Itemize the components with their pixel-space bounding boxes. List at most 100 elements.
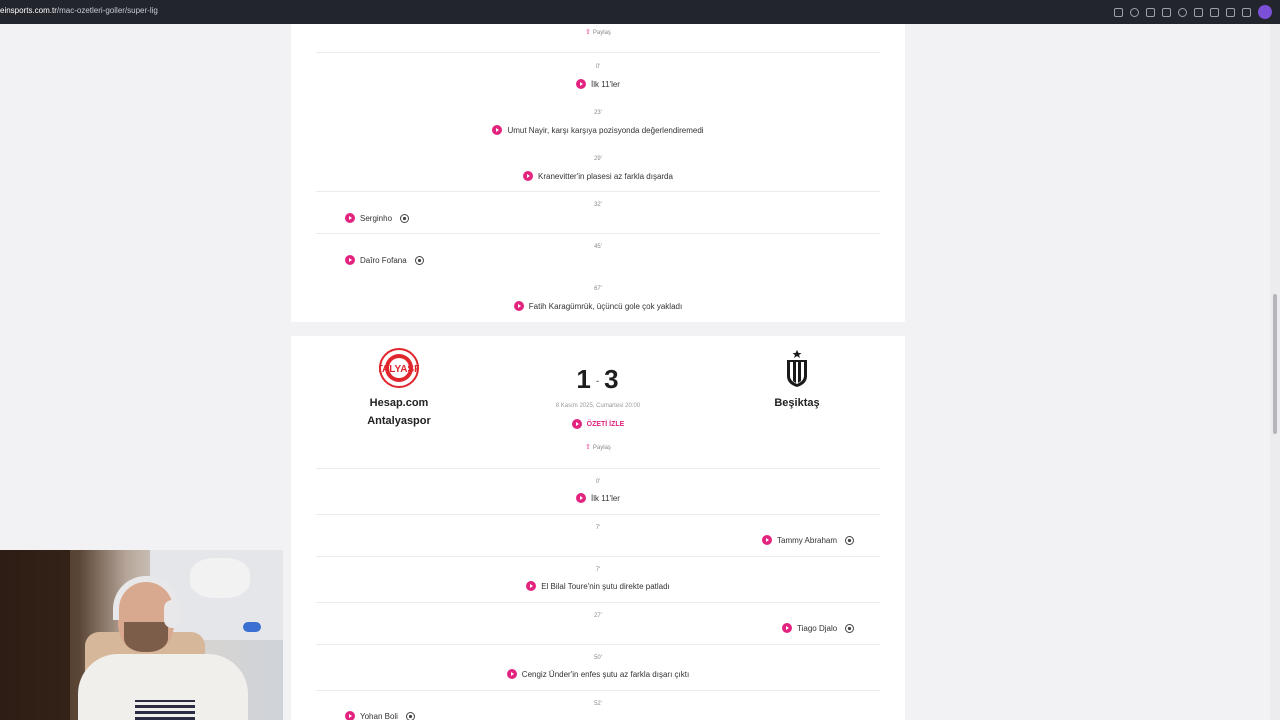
event-minute: 7'	[595, 567, 601, 573]
besiktas-logo[interactable]	[785, 350, 809, 388]
football-icon	[400, 213, 410, 223]
event-row[interactable]: Fatih Karagümrük, üçüncü gole çok yaklad…	[291, 301, 905, 311]
webcam-shadow	[0, 550, 70, 720]
divider	[316, 468, 880, 469]
play-icon	[782, 623, 792, 633]
heart-icon[interactable]	[1178, 7, 1187, 17]
play-icon	[576, 79, 587, 89]
player-name: Daîro Fofana	[360, 255, 407, 265]
event-row-lineups[interactable]: İlk 11'ler	[291, 493, 905, 503]
event-minute: 0'	[595, 479, 601, 485]
play-icon	[513, 301, 524, 311]
play-icon	[571, 419, 582, 429]
play-icon	[526, 581, 537, 591]
webcam-object	[243, 622, 261, 632]
divider	[316, 233, 880, 234]
goal-event-row[interactable]: Yohan Boli	[345, 711, 415, 720]
player-name: Serginho	[360, 213, 393, 223]
download-icon[interactable]	[1194, 7, 1203, 17]
extensions-icon[interactable]	[1226, 7, 1235, 17]
divider	[316, 644, 880, 645]
divider	[316, 191, 880, 192]
match-card: ANTALYASPOR Hesap.com Antalyaspor 1-3 8 …	[291, 336, 905, 720]
play-icon	[762, 535, 772, 545]
score-separator: -	[595, 375, 601, 387]
event-minute: 32'	[594, 202, 602, 208]
eye-icon[interactable]	[1130, 7, 1139, 17]
play-icon	[492, 125, 503, 135]
event-row-lineups[interactable]: İlk 11'ler	[291, 79, 905, 89]
home-score: 1	[576, 364, 592, 394]
divider	[316, 602, 880, 603]
football-icon	[845, 535, 855, 545]
event-minute: 67'	[594, 286, 602, 292]
profile-avatar-icon[interactable]	[1258, 5, 1272, 19]
event-text: Kranevitter'in plasesi az farkla dışarda	[538, 171, 673, 181]
football-icon	[405, 711, 415, 720]
webcam-shirt-stripes	[135, 700, 195, 720]
play-icon	[506, 669, 517, 679]
away-score: 3	[604, 364, 620, 394]
player-name: Tammy Abraham	[777, 535, 838, 545]
shield-icon[interactable]	[1146, 7, 1155, 17]
event-minute: 52'	[594, 701, 602, 707]
webcam-person-beard	[124, 622, 168, 652]
event-text: Fatih Karagümrük, üçüncü gole çok yaklad…	[528, 301, 683, 311]
divider	[316, 556, 880, 557]
event-minute: 0'	[595, 64, 601, 70]
event-minute: 45'	[594, 244, 602, 250]
away-team-name[interactable]: Beşiktaş	[747, 394, 847, 412]
browser-toolbar: einsports.com.tr/mac-ozetleri-goller/sup…	[0, 0, 1280, 24]
event-row[interactable]: Cengiz Ünder'in enfes şutu az farkla dış…	[291, 669, 905, 679]
event-row[interactable]: El Bilal Toure'nin şutu direkte patladı	[291, 581, 905, 591]
previous-match-card: ⇧ Paylaş 0' İlk 11'ler 23' Umut Nayir, ka…	[291, 24, 905, 322]
event-row[interactable]: Kranevitter'in plasesi az farkla dışarda	[291, 171, 905, 181]
toolbar-icons	[1114, 4, 1272, 20]
event-text: İlk 11'ler	[591, 493, 620, 503]
menu-icon[interactable]	[1210, 7, 1219, 17]
goal-event-row[interactable]: Tammy Abraham	[762, 535, 855, 545]
webcam-overlay	[0, 550, 283, 720]
url-host: einsports.com.tr	[0, 6, 57, 15]
play-icon	[345, 711, 355, 720]
share-button[interactable]: ⇧ Paylaş	[291, 443, 905, 451]
watch-summary-button[interactable]: ÖZETİ İZLE	[291, 419, 905, 429]
event-row[interactable]: Umut Nayir, karşı karşıya pozisyonda değ…	[291, 125, 905, 135]
play-icon	[345, 213, 355, 223]
event-minute: 29'	[594, 156, 602, 162]
settings-icon[interactable]	[1242, 7, 1251, 17]
event-minute: 23'	[594, 110, 602, 116]
divider	[316, 690, 880, 691]
play-icon	[345, 255, 355, 265]
event-text: El Bilal Toure'nin şutu direkte patladı	[541, 581, 670, 591]
goal-event-row[interactable]: Daîro Fofana	[345, 255, 424, 265]
share-button[interactable]: ⇧ Paylaş	[291, 28, 905, 36]
headset-earcup	[164, 600, 180, 628]
event-text: Umut Nayir, karşı karşıya pozisyonda değ…	[507, 125, 704, 135]
scrollbar-thumb[interactable]	[1273, 294, 1277, 434]
goal-event-row[interactable]: Serginho	[345, 213, 410, 223]
event-text: İlk 11'ler	[591, 79, 620, 89]
share-icon: ⇧	[585, 444, 591, 451]
share-label: Paylaş	[592, 445, 611, 451]
page-scrollbar[interactable]	[1270, 24, 1280, 720]
share-icon: ⇧	[585, 29, 591, 36]
football-icon	[414, 255, 424, 265]
play-icon	[523, 171, 534, 181]
player-name: Tiago Djalo	[797, 623, 838, 633]
address-bar[interactable]: einsports.com.tr/mac-ozetleri-goller/sup…	[0, 6, 158, 15]
edit-icon[interactable]	[1114, 7, 1123, 17]
football-icon	[845, 623, 855, 633]
watch-summary-label: ÖZETİ İZLE	[586, 420, 625, 428]
webcam-pillow	[190, 558, 250, 598]
event-minute: 7'	[595, 525, 601, 531]
share-label: Paylaş	[592, 30, 611, 36]
event-minute: 27'	[594, 613, 602, 619]
url-path: /mac-ozetleri-goller/super-lig	[56, 6, 158, 15]
goal-event-row[interactable]: Tiago Djalo	[782, 623, 855, 633]
divider	[316, 514, 880, 515]
play-icon[interactable]	[1162, 7, 1171, 17]
player-name: Yohan Boli	[360, 711, 398, 720]
event-minute: 50'	[594, 655, 602, 661]
match-score: 1-3	[291, 364, 905, 395]
